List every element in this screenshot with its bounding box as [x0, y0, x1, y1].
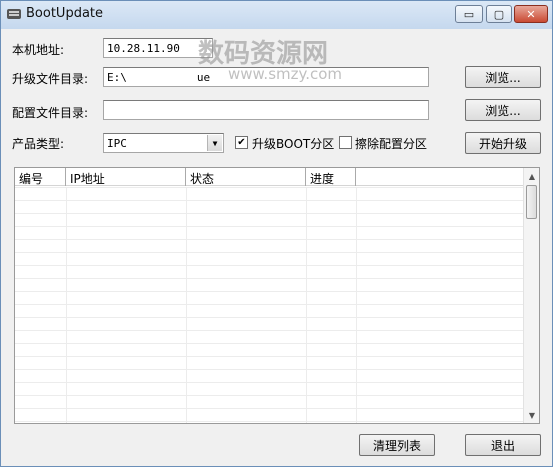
- device-list[interactable]: 编号 IP地址 状态 进度 ▲ ▼: [14, 167, 540, 424]
- upgrade-dir-value-tail: ue: [196, 71, 211, 84]
- scroll-thumb[interactable]: [526, 185, 537, 219]
- column-divider: [66, 187, 67, 423]
- column-divider: [186, 187, 187, 423]
- window-title: BootUpdate: [26, 6, 104, 21]
- column-header-blank: [356, 168, 523, 186]
- column-header-id[interactable]: 编号: [15, 168, 66, 186]
- minimize-icon: ▭: [463, 7, 475, 21]
- list-header: 编号 IP地址 状态 进度: [15, 168, 523, 186]
- app-window: BootUpdate ▭ ▢ ✕ 本机地址: 10.28.11.90 升级文件目…: [0, 0, 553, 467]
- title-bar[interactable]: BootUpdate ▭ ▢ ✕: [1, 1, 552, 29]
- clear-list-button[interactable]: 清理列表: [359, 434, 435, 456]
- watermark-url: www.smzy.com: [228, 65, 343, 83]
- config-dir-field[interactable]: [103, 100, 429, 120]
- upgrade-dir-value: E:\: [107, 71, 127, 84]
- exit-button[interactable]: 退出: [465, 434, 541, 456]
- product-type-value: IPC: [107, 137, 127, 150]
- minimize-button[interactable]: ▭: [455, 5, 483, 23]
- product-type-select[interactable]: IPC ▼: [103, 133, 224, 153]
- ip-label: 本机地址:: [12, 43, 65, 57]
- close-icon: ✕: [526, 7, 536, 21]
- erase-config-checkbox[interactable]: [339, 136, 352, 149]
- client-area: 本机地址: 10.28.11.90 升级文件目录: E:\ ue 浏览... 配置…: [8, 29, 547, 461]
- product-type-label: 产品类型:: [12, 137, 65, 151]
- config-dir-label: 配置文件目录:: [12, 106, 89, 120]
- browse-config-button[interactable]: 浏览...: [465, 99, 541, 121]
- column-header-status[interactable]: 状态: [186, 168, 306, 186]
- list-body[interactable]: [15, 187, 523, 423]
- start-upgrade-button[interactable]: 开始升级: [465, 132, 541, 154]
- chevron-down-icon[interactable]: ▼: [207, 135, 222, 151]
- upgrade-boot-checkbox[interactable]: ✔: [235, 136, 248, 149]
- upgrade-boot-label[interactable]: 升级BOOT分区: [252, 135, 334, 152]
- scroll-down-icon[interactable]: ▼: [524, 407, 540, 423]
- column-header-ip[interactable]: IP地址: [66, 168, 186, 186]
- erase-config-label[interactable]: 擦除配置分区: [355, 135, 427, 152]
- close-button[interactable]: ✕: [514, 5, 548, 23]
- maximize-button[interactable]: ▢: [486, 5, 512, 23]
- column-divider: [306, 187, 307, 423]
- upgrade-dir-label: 升级文件目录:: [12, 72, 89, 86]
- app-icon: [7, 9, 21, 19]
- column-header-progress[interactable]: 进度: [306, 168, 356, 186]
- ip-address-field[interactable]: 10.28.11.90: [103, 38, 213, 58]
- column-divider: [356, 187, 357, 423]
- check-icon: ✔: [237, 137, 246, 148]
- vertical-scrollbar[interactable]: ▲ ▼: [523, 168, 539, 423]
- maximize-icon: ▢: [493, 7, 505, 21]
- browse-upgrade-button[interactable]: 浏览...: [465, 66, 541, 88]
- scroll-up-icon[interactable]: ▲: [524, 168, 540, 184]
